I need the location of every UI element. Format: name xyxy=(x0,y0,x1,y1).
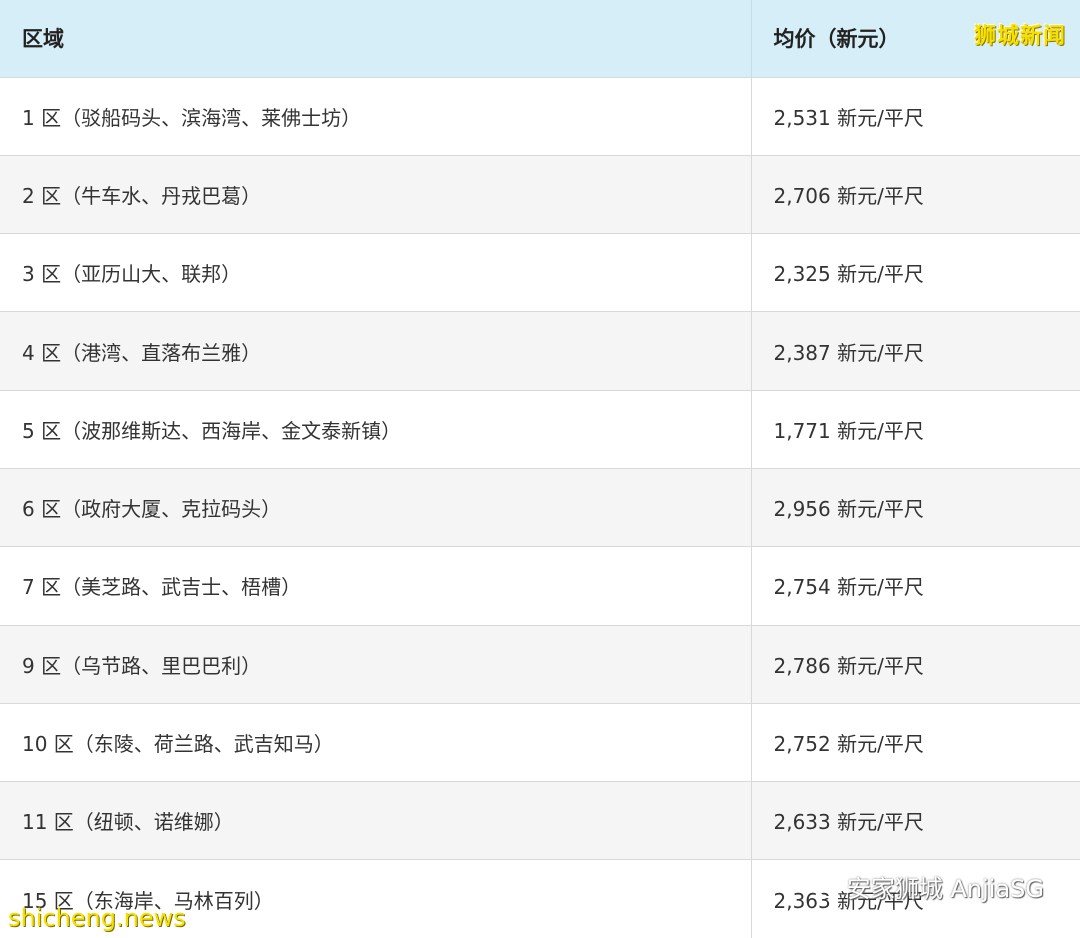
district-cell: 2 区（牛车水、丹戎巴葛） xyxy=(0,155,752,234)
price-cell: 2,363 新元/平尺 xyxy=(773,888,924,913)
district-cell: 1 区（驳船码头、滨海湾、莱佛士坊） xyxy=(0,77,752,156)
district-cell: 5 区（波那维斯达、西海岸、金文泰新镇） xyxy=(0,390,752,469)
price-cell: 2,633 新元/平尺 xyxy=(773,810,924,835)
table-row: 15 区（东海岸、马林百列） 2,363 新元/平尺 xyxy=(0,859,1080,938)
district-cell: 11 区（纽顿、诺维娜） xyxy=(0,781,752,860)
district-cell: 6 区（政府大厦、克拉码头） xyxy=(0,468,752,547)
table-row: 7 区（美芝路、武吉士、梧槽） 2,754 新元/平尺 xyxy=(0,546,1080,626)
price-cell: 2,752 新元/平尺 xyxy=(773,732,924,757)
district-cell: 3 区（亚历山大、联邦） xyxy=(0,233,752,312)
table-row: 3 区（亚历山大、联邦） 2,325 新元/平尺 xyxy=(0,233,1080,312)
table-row: 2 区（牛车水、丹戎巴葛） 2,706 新元/平尺 xyxy=(0,155,1080,234)
table-row: 5 区（波那维斯达、西海岸、金文泰新镇） 1,771 新元/平尺 xyxy=(0,390,1080,469)
price-cell: 2,786 新元/平尺 xyxy=(773,653,924,678)
price-cell: 2,706 新元/平尺 xyxy=(773,183,924,208)
header-district: 区域 xyxy=(0,0,752,77)
table-row: 10 区（东陵、荷兰路、武吉知马） 2,752 新元/平尺 xyxy=(0,703,1080,782)
price-cell: 2,754 新元/平尺 xyxy=(773,575,924,600)
table-row: 1 区（驳船码头、滨海湾、莱佛士坊） 2,531 新元/平尺 xyxy=(0,77,1080,156)
price-cell: 2,956 新元/平尺 xyxy=(773,497,924,522)
district-cell: 9 区（乌节路、里巴巴利） xyxy=(0,625,752,704)
table-row: 11 区（纽顿、诺维娜） 2,633 新元/平尺 xyxy=(0,781,1080,860)
price-cell: 2,387 新元/平尺 xyxy=(773,340,924,365)
table-row: 9 区（乌节路、里巴巴利） 2,786 新元/平尺 xyxy=(0,625,1080,704)
table-row: 6 区（政府大厦、克拉码头） 2,956 新元/平尺 xyxy=(0,468,1080,547)
district-cell: 7 区（美芝路、武吉士、梧槽） xyxy=(0,546,752,626)
price-cell: 2,531 新元/平尺 xyxy=(773,105,924,130)
price-table: 区域 均价（新元） 1 区（驳船码头、滨海湾、莱佛士坊） 2,531 新元/平尺… xyxy=(0,0,1080,938)
district-cell: 15 区（东海岸、马林百列） xyxy=(0,859,752,938)
price-cell: 2,325 新元/平尺 xyxy=(773,262,924,287)
district-cell: 4 区（港湾、直落布兰雅） xyxy=(0,311,752,391)
table-body: 1 区（驳船码头、滨海湾、莱佛士坊） 2,531 新元/平尺 2 区（牛车水、丹… xyxy=(0,77,1080,938)
price-cell: 1,771 新元/平尺 xyxy=(773,418,924,443)
district-cell: 10 区（东陵、荷兰路、武吉知马） xyxy=(0,703,752,782)
page: 区域 均价（新元） 1 区（驳船码头、滨海湾、莱佛士坊） 2,531 新元/平尺… xyxy=(0,0,1080,938)
header-price: 均价（新元） xyxy=(773,27,900,52)
table-row: 4 区（港湾、直落布兰雅） 2,387 新元/平尺 xyxy=(0,311,1080,391)
table-header: 区域 均价（新元） xyxy=(0,0,1080,77)
header-row: 区域 均价（新元） xyxy=(0,0,1080,77)
